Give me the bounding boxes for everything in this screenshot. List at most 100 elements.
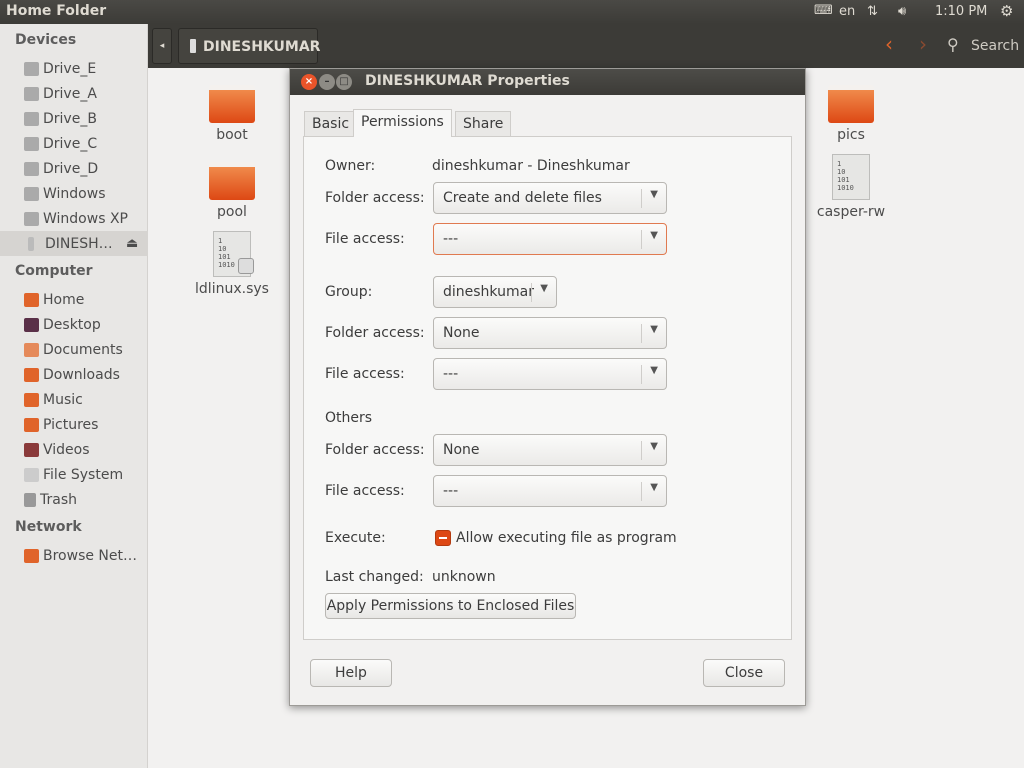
others-file-access-label: File access: xyxy=(325,483,405,499)
sidebar-item-windows[interactable]: Windows xyxy=(24,181,148,206)
owner-file-access-select[interactable]: --- ▼ xyxy=(433,223,667,255)
group-file-access-label: File access: xyxy=(325,366,405,382)
dialog-titlebar: × – □ DINESHKUMAR Properties xyxy=(290,69,805,95)
devices-header: Devices xyxy=(15,32,77,48)
volume-icon[interactable]: 🔊︎ xyxy=(898,4,906,19)
file-label: casper-rw xyxy=(816,204,886,220)
label: Pictures xyxy=(43,416,99,433)
chevron-down-icon: ▼ xyxy=(540,283,548,294)
value: Create and delete files xyxy=(443,190,602,206)
drive-icon xyxy=(24,186,39,201)
last-changed-label: Last changed: xyxy=(325,569,424,585)
sidebar-item-drive-a[interactable]: Drive_A xyxy=(24,81,148,106)
sidebar-item-drive-b[interactable]: Drive_B xyxy=(24,106,148,131)
path-button[interactable]: DINESHKUMAR xyxy=(178,28,321,64)
sidebar-item-documents[interactable]: Documents xyxy=(24,337,148,362)
tab-permissions[interactable]: Permissions xyxy=(353,109,452,137)
drive-icon xyxy=(24,136,39,151)
file-item-ldlinux[interactable]: 1 10 101 1010 ldlinux.sys xyxy=(187,231,277,297)
tab-basic[interactable]: Basic xyxy=(304,111,358,136)
sidebar-item-pictures[interactable]: Pictures xyxy=(24,412,148,437)
sidebar-item-dineshkumar[interactable]: DINESH… ⏏ xyxy=(0,231,148,256)
pictures-folder-icon xyxy=(24,417,39,432)
group-folder-access-select[interactable]: None ▼ xyxy=(433,317,667,349)
home-folder-icon xyxy=(24,292,39,307)
chevron-down-icon: ▼ xyxy=(650,365,658,376)
trash-icon xyxy=(24,492,36,507)
label: Trash xyxy=(40,491,77,508)
file-item-casper-rw[interactable]: 1 10 101 1010 casper-rw xyxy=(806,154,896,220)
label: File System xyxy=(43,466,124,483)
sidebar-item-browse-network[interactable]: Browse Net… xyxy=(24,543,148,568)
lock-icon xyxy=(238,258,254,274)
forward-arrow-icon[interactable]: › xyxy=(919,32,927,56)
label: Drive_B xyxy=(43,110,97,127)
power-gear-icon[interactable]: ⚙ xyxy=(1000,2,1013,20)
minimize-window-icon[interactable]: – xyxy=(319,74,335,90)
toolbar: ◂ DINESHKUMAR ‹ › ⚲ Search xyxy=(148,24,1024,68)
usb-drive-icon xyxy=(28,236,34,251)
path-back-button[interactable]: ◂ xyxy=(152,28,172,64)
close-window-icon[interactable]: × xyxy=(301,74,317,90)
file-item-pool[interactable]: pool xyxy=(187,162,277,220)
owner-label: Owner: xyxy=(325,158,376,174)
back-arrow-icon[interactable]: ‹ xyxy=(885,32,893,56)
sidebar-item-videos[interactable]: Videos xyxy=(24,437,148,462)
sidebar-item-home[interactable]: Home xyxy=(24,287,148,312)
value: None xyxy=(443,442,480,458)
keyboard-icon[interactable]: ⌨ xyxy=(814,3,833,18)
others-folder-access-select[interactable]: None ▼ xyxy=(433,434,667,466)
label: Home xyxy=(43,291,85,308)
drive-icon xyxy=(24,211,39,226)
owner-folder-access-label: Folder access: xyxy=(325,190,425,206)
keyboard-layout[interactable]: en xyxy=(839,4,855,19)
close-button[interactable]: Close xyxy=(703,659,785,687)
execute-checkbox[interactable] xyxy=(435,530,451,546)
group-file-access-select[interactable]: --- ▼ xyxy=(433,358,667,390)
chevron-down-icon: ▼ xyxy=(650,230,658,241)
last-changed-value: unknown xyxy=(432,569,496,585)
apply-permissions-button[interactable]: Apply Permissions to Enclosed Files xyxy=(325,593,576,619)
permissions-panel: Owner: dineshkumar - Dineshkumar Folder … xyxy=(303,136,792,640)
path-label: DINESHKUMAR xyxy=(203,39,321,55)
sidebar-item-file-system[interactable]: File System xyxy=(24,462,148,487)
sidebar-item-trash[interactable]: Trash xyxy=(24,487,148,512)
maximize-window-icon[interactable]: □ xyxy=(336,74,352,90)
eject-icon[interactable]: ⏏ xyxy=(126,236,138,251)
sidebar: Devices Drive_E Drive_A Drive_B Drive_C … xyxy=(0,24,148,768)
label: Drive_C xyxy=(43,135,98,152)
label: Documents xyxy=(43,341,123,358)
documents-folder-icon xyxy=(24,342,39,357)
network-icon[interactable]: ⇅ xyxy=(867,4,878,19)
label: Music xyxy=(43,391,83,408)
file-label: boot xyxy=(216,127,248,143)
sidebar-item-drive-e[interactable]: Drive_E xyxy=(24,56,148,81)
sidebar-item-desktop[interactable]: Desktop xyxy=(24,312,148,337)
network-header: Network xyxy=(15,519,82,535)
sidebar-item-music[interactable]: Music xyxy=(24,387,148,412)
sidebar-item-downloads[interactable]: Downloads xyxy=(24,362,148,387)
sidebar-item-windows-xp[interactable]: Windows XP xyxy=(24,206,148,231)
sidebar-item-drive-d[interactable]: Drive_D xyxy=(24,156,148,181)
chevron-down-icon: ▼ xyxy=(650,441,658,452)
others-file-access-select[interactable]: --- ▼ xyxy=(433,475,667,507)
binary-file-icon: 1 10 101 1010 xyxy=(832,154,870,200)
group-select[interactable]: dineshkumar ▼ xyxy=(433,276,557,308)
search-button[interactable]: Search xyxy=(971,38,1019,54)
binary-file-icon: 1 10 101 1010 xyxy=(213,231,254,277)
help-button[interactable]: Help xyxy=(310,659,392,687)
group-folder-access-label: Folder access: xyxy=(325,325,425,341)
search-icon[interactable]: ⚲ xyxy=(947,35,959,54)
file-label: pool xyxy=(217,204,247,220)
tab-share[interactable]: Share xyxy=(455,111,512,136)
group-label: Group: xyxy=(325,284,373,300)
execute-checkbox-label[interactable]: Allow executing file as program xyxy=(456,530,677,546)
owner-folder-access-select[interactable]: Create and delete files ▼ xyxy=(433,182,667,214)
videos-folder-icon xyxy=(24,442,39,457)
chevron-down-icon: ▼ xyxy=(650,324,658,335)
file-item-boot[interactable]: boot xyxy=(187,85,277,143)
label: Desktop xyxy=(43,316,101,333)
sidebar-item-drive-c[interactable]: Drive_C xyxy=(24,131,148,156)
file-item-pics[interactable]: pics xyxy=(806,85,896,143)
clock[interactable]: 1:10 PM xyxy=(935,4,987,19)
